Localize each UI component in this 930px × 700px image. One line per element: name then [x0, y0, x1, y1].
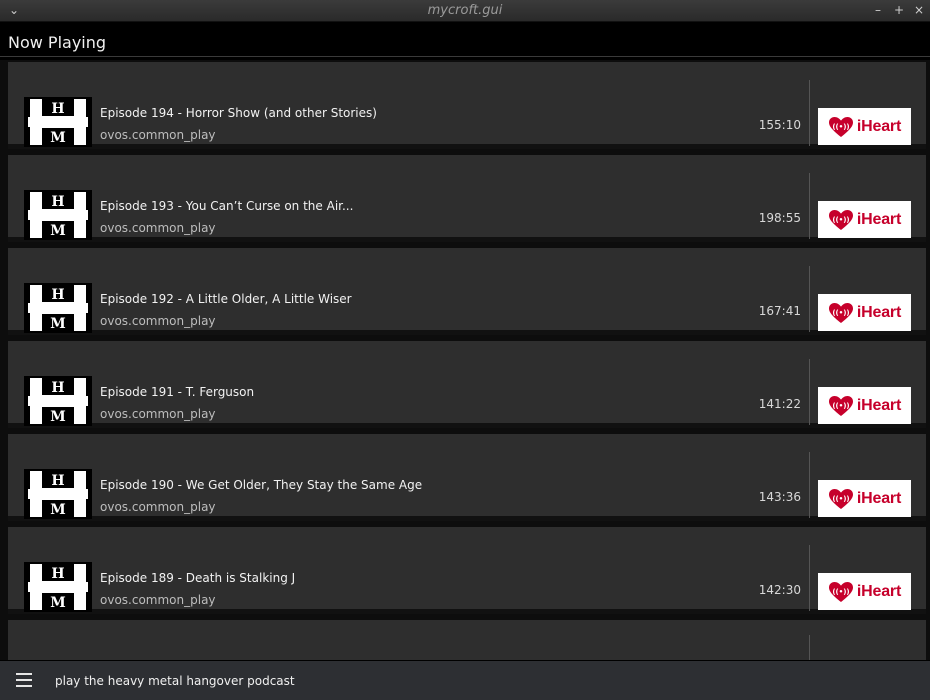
- svg-text:((•)): ((•)): [832, 123, 849, 131]
- episode-duration: 198:55: [758, 211, 801, 225]
- episode-title: Episode 190 - We Get Older, They Stay th…: [100, 478, 423, 492]
- episode-source: ovos.common_play: [100, 593, 216, 607]
- heavy-metal-hangover-logo: HM: [24, 562, 92, 612]
- provider-name: iHeart: [856, 489, 902, 507]
- episode-source: ovos.common_play: [100, 407, 216, 421]
- iheart-logo: ((•)) iHeart: [818, 573, 911, 610]
- close-icon[interactable]: ×: [911, 2, 927, 18]
- card-divider: [809, 173, 810, 239]
- svg-text:H: H: [51, 566, 64, 582]
- podcast-thumbnail: HM: [24, 562, 92, 612]
- iheart-heart-icon: ((•)): [828, 488, 853, 509]
- heavy-metal-hangover-logo: HM: [24, 190, 92, 240]
- episode-source: ovos.common_play: [100, 314, 216, 328]
- podcast-thumbnail: HM: [24, 469, 92, 519]
- podcast-thumbnail: HM: [24, 190, 92, 240]
- svg-text:M: M: [50, 130, 66, 146]
- iheart-logo: ((•)) iHeart: [818, 294, 911, 331]
- podcast-thumbnail: HM: [24, 283, 92, 333]
- svg-text:H: H: [51, 194, 64, 210]
- svg-text:M: M: [50, 409, 66, 425]
- svg-text:((•)): ((•)): [832, 588, 849, 596]
- svg-text:M: M: [50, 316, 66, 332]
- svg-text:((•)): ((•)): [832, 216, 849, 224]
- svg-text:H: H: [51, 380, 64, 396]
- episode-title: Episode 194 - Horror Show (and other Sto…: [100, 106, 377, 120]
- iheart-heart-icon: ((•)): [828, 116, 853, 137]
- heavy-metal-hangover-logo: HM: [24, 469, 92, 519]
- card-divider: [809, 635, 810, 660]
- episode-duration: 167:41: [758, 304, 801, 318]
- card-divider: [809, 359, 810, 425]
- svg-text:((•)): ((•)): [832, 309, 849, 317]
- iheart-heart-icon: ((•)): [828, 209, 853, 230]
- episode-source: ovos.common_play: [100, 500, 216, 514]
- page-title: Now Playing: [8, 33, 107, 52]
- provider-name: iHeart: [856, 303, 902, 321]
- provider-name: iHeart: [856, 582, 902, 600]
- episode-title: Episode 192 - A Little Older, A Little W…: [100, 292, 352, 306]
- hamburger-menu-icon[interactable]: [16, 673, 32, 689]
- episode-card[interactable]: HM Episode 194 - Horror Show (and other …: [8, 62, 926, 149]
- svg-text:H: H: [51, 287, 64, 303]
- iheart-heart-icon: ((•)): [828, 302, 853, 323]
- provider-name: iHeart: [856, 396, 902, 414]
- card-divider: [809, 452, 810, 518]
- podcast-thumbnail: HM: [24, 97, 92, 147]
- episode-duration: 143:36: [758, 490, 801, 504]
- episode-list[interactable]: HM Episode 194 - Horror Show (and other …: [0, 60, 930, 660]
- episode-card[interactable]: HM Episode 192 - A Little Older, A Littl…: [8, 248, 926, 335]
- heavy-metal-hangover-logo: HM: [24, 97, 92, 147]
- episode-source: ovos.common_play: [100, 128, 216, 142]
- episode-source: ovos.common_play: [100, 221, 216, 235]
- episode-title: Episode 193 - You Can’t Curse on the Air…: [100, 199, 354, 213]
- svg-text:H: H: [51, 101, 64, 117]
- window-titlebar: ⌄ mycroft.gui – + ×: [0, 0, 930, 22]
- card-divider: [809, 266, 810, 332]
- svg-text:M: M: [50, 502, 66, 518]
- iheart-heart-icon: ((•)): [828, 581, 853, 602]
- episode-card-partial[interactable]: [8, 620, 926, 660]
- card-divider: [809, 80, 810, 146]
- window-title: mycroft.gui: [427, 3, 503, 18]
- episode-title: Episode 189 - Death is Stalking J: [100, 571, 296, 585]
- svg-text:((•)): ((•)): [832, 495, 849, 503]
- provider-name: iHeart: [856, 210, 902, 228]
- iheart-logo: ((•)) iHeart: [818, 108, 911, 145]
- card-divider: [809, 545, 810, 611]
- episode-card[interactable]: HM Episode 191 - T. Ferguson ovos.common…: [8, 341, 926, 428]
- episode-duration: 141:22: [758, 397, 801, 411]
- minimize-icon[interactable]: –: [870, 2, 886, 18]
- provider-name: iHeart: [856, 117, 902, 135]
- command-bar: play the heavy metal hangover podcast: [0, 661, 930, 700]
- episode-title: Episode 191 - T. Ferguson: [100, 385, 255, 399]
- podcast-thumbnail: HM: [24, 376, 92, 426]
- iheart-heart-icon: ((•)): [828, 395, 853, 416]
- episode-duration: 155:10: [758, 118, 801, 132]
- iheart-logo: ((•)) iHeart: [818, 480, 911, 517]
- episode-card[interactable]: HM Episode 193 - You Can’t Curse on the …: [8, 155, 926, 242]
- iheart-logo: ((•)) iHeart: [818, 387, 911, 424]
- voice-query-text: play the heavy metal hangover podcast: [55, 674, 295, 688]
- maximize-icon[interactable]: +: [891, 2, 907, 18]
- svg-text:H: H: [51, 473, 64, 489]
- heavy-metal-hangover-logo: HM: [24, 283, 92, 333]
- page-header: Now Playing: [0, 23, 930, 59]
- svg-text:M: M: [50, 223, 66, 239]
- episode-card[interactable]: HM Episode 190 - We Get Older, They Stay…: [8, 434, 926, 521]
- svg-text:((•)): ((•)): [832, 402, 849, 410]
- iheart-logo: ((•)) iHeart: [818, 201, 911, 238]
- heavy-metal-hangover-logo: HM: [24, 376, 92, 426]
- svg-text:M: M: [50, 595, 66, 611]
- header-divider: [0, 56, 930, 57]
- episode-duration: 142:30: [758, 583, 801, 597]
- episode-card[interactable]: HM Episode 189 - Death is Stalking J ovo…: [8, 527, 926, 614]
